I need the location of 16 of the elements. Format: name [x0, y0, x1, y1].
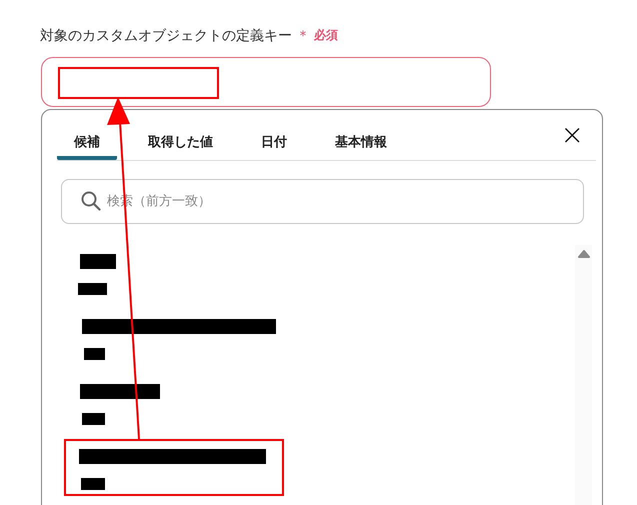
required-mark: ＊ [296, 26, 310, 44]
field-label: 対象のカスタムオブジェクトの定義キー [40, 26, 292, 44]
tab[interactable]: 日付 [244, 110, 304, 160]
required-label: 必須 [314, 27, 338, 44]
tab[interactable]: 取得した値 [131, 110, 230, 160]
input-field[interactable] [41, 57, 491, 107]
scroll-up-icon[interactable] [576, 249, 590, 259]
scrollbar[interactable] [575, 245, 592, 505]
redaction-bar [81, 478, 105, 490]
redaction-bar [84, 348, 105, 360]
redaction-bar [80, 254, 116, 269]
close-button[interactable]: × [548, 110, 596, 160]
tab[interactable]: 基本情報 [318, 110, 404, 160]
search-icon [81, 191, 101, 211]
redaction-bar [78, 283, 107, 295]
redaction-bar [82, 413, 105, 425]
